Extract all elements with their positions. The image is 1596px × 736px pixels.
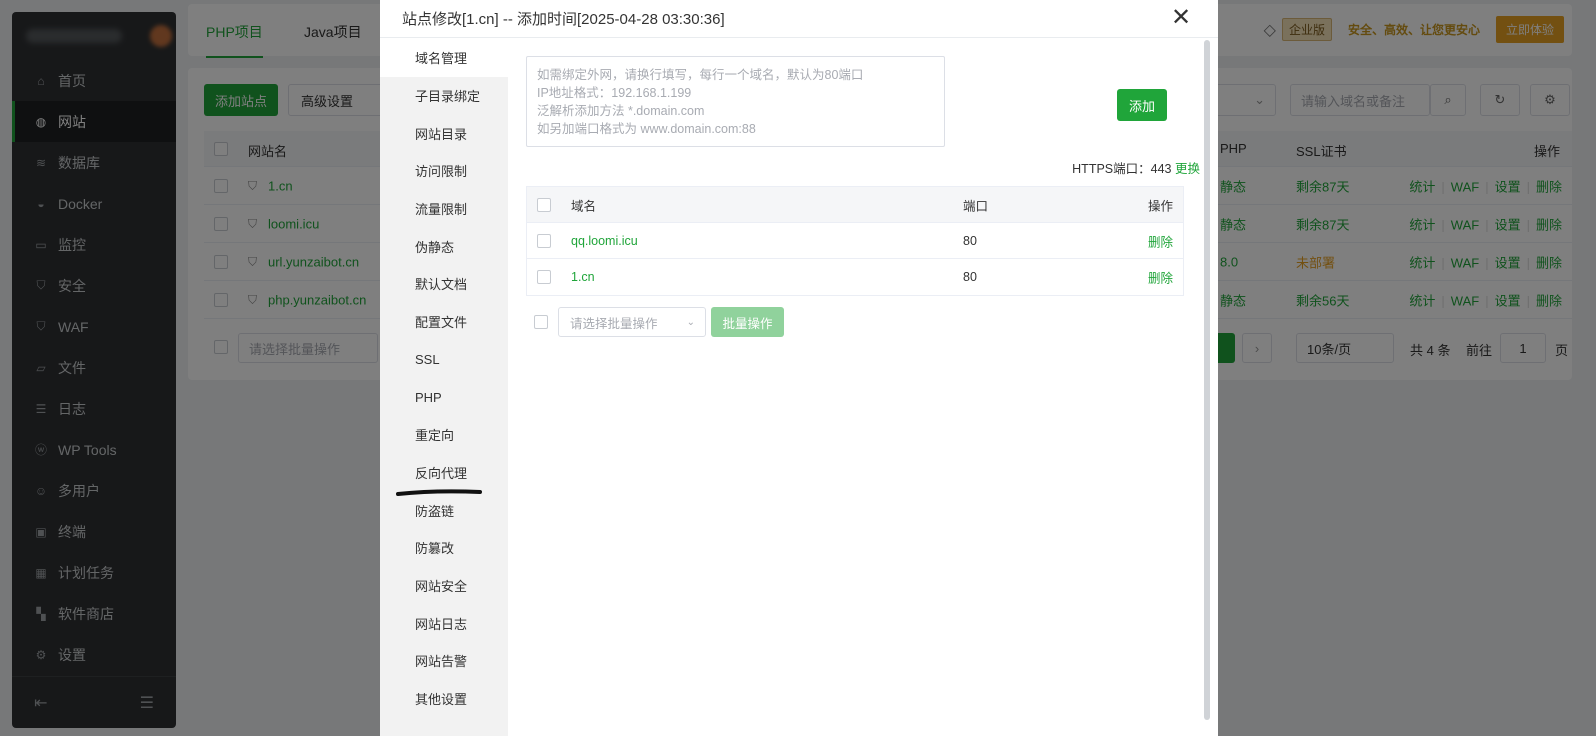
col-port: 端口 (963, 199, 989, 213)
add-domain-button[interactable]: 添加 (1117, 89, 1167, 121)
domain-bulk-checkbox[interactable] (534, 315, 548, 329)
annotation-underline (396, 489, 482, 496)
delete-domain-link[interactable]: 删除 (1148, 231, 1173, 250)
domain-row: qq.loomi.icu 80 删除 (527, 223, 1183, 259)
placeholder-line: 如需绑定外网，请换行填写，每行一个域名，默认为80端口 (537, 68, 864, 82)
col-domain: 域名 (571, 199, 597, 213)
domain-port: 80 (963, 270, 977, 284)
modal-menu-item[interactable]: 配置文件 (380, 303, 508, 341)
close-icon[interactable]: ✕ (1170, 4, 1192, 31)
domain-batch-select-placeholder: 请选择批量操作 (570, 316, 658, 331)
domain-textarea[interactable]: 如需绑定外网，请换行填写，每行一个域名，默认为80端口 IP地址格式：192.1… (526, 56, 945, 147)
domain-select-all-checkbox[interactable] (537, 197, 551, 212)
domain-batch-select[interactable]: 请选择批量操作 ⌄ (558, 307, 706, 337)
modal-menu-item[interactable]: 默认文档 (380, 265, 508, 303)
https-port: HTTPS端口：443 更换 (1072, 158, 1200, 177)
modal-menu-item[interactable]: 防篡改 (380, 529, 508, 567)
domain-row: 1.cn 80 删除 (527, 259, 1183, 295)
https-change-link[interactable]: 更换 (1175, 162, 1200, 176)
placeholder-line: 如另加端口格式为 www.domain.com:88 (537, 122, 756, 136)
modal-menu-item[interactable]: 伪静态 (380, 227, 508, 265)
batch-operation-button[interactable]: 批量操作 (711, 307, 784, 337)
placeholder-line: 泛解析添加方法 *.domain.com (537, 104, 705, 118)
modal-menu-item[interactable]: 流量限制 (380, 190, 508, 228)
modal-menu-item[interactable]: 访问限制 (380, 152, 508, 190)
modal-menu-item[interactable]: 域名管理 (380, 39, 508, 77)
domain-link[interactable]: 1.cn (571, 270, 595, 284)
domain-table-header: 域名 端口 操作 (527, 187, 1183, 223)
modal-menu-item[interactable]: 反向代理 (380, 454, 508, 492)
col-ops: 操作 (1147, 199, 1173, 213)
domain-row-checkbox[interactable] (537, 270, 551, 284)
modal-title: 站点修改[1.cn] -- 添加时间[2025-04-28 03:30:36] (380, 0, 1218, 38)
modal-scrollbar[interactable] (1204, 40, 1210, 720)
modal-menu-item[interactable]: SSL (380, 341, 508, 379)
modal-menu-item[interactable]: 网站告警 (380, 642, 508, 680)
modal-menu: 域名管理 子目录绑定 网站目录 访问限制 流量限制 伪静态 默认文档 配置文件 SSL PHP 重定… (380, 39, 508, 736)
https-port-label: HTTPS端口：443 (1072, 162, 1172, 176)
chevron-down-icon: ⌄ (686, 316, 695, 328)
modal-menu-item[interactable]: 子目录绑定 (380, 77, 508, 115)
modal-menu-item[interactable]: PHP (380, 378, 508, 416)
domain-table: 域名 端口 操作 qq.loomi.icu 80 删除 1.cn 80 删除 (526, 186, 1184, 296)
modal-menu-item[interactable]: 网站安全 (380, 567, 508, 605)
domain-row-checkbox[interactable] (537, 233, 551, 248)
domain-port: 80 (963, 233, 977, 248)
domain-management-panel: 如需绑定外网，请换行填写，每行一个域名，默认为80端口 IP地址格式：192.1… (508, 39, 1204, 736)
delete-domain-link[interactable]: 删除 (1148, 268, 1173, 287)
modal-menu-item[interactable]: 网站目录 (380, 114, 508, 152)
placeholder-line: IP地址格式：192.168.1.199 (537, 86, 692, 100)
site-edit-modal: 站点修改[1.cn] -- 添加时间[2025-04-28 03:30:36] … (380, 0, 1218, 736)
domain-link[interactable]: qq.loomi.icu (571, 234, 638, 248)
modal-menu-item[interactable]: 网站日志 (380, 604, 508, 642)
modal-menu-item[interactable]: 重定向 (380, 416, 508, 454)
modal-menu-item[interactable]: 其他设置 (380, 680, 508, 718)
